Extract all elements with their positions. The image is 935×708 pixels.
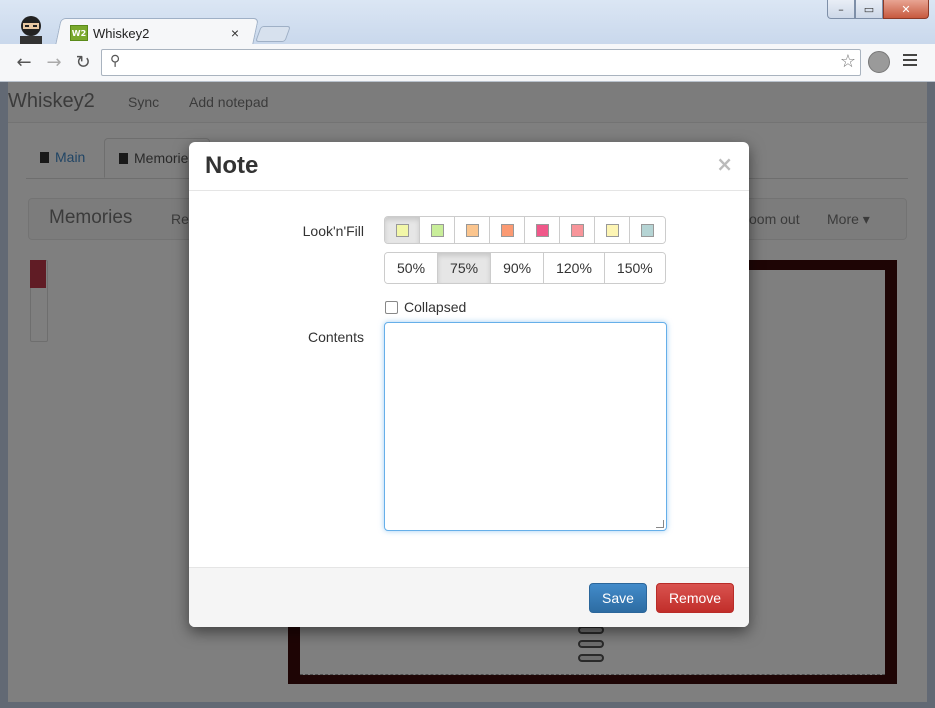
color-swatch-button[interactable] (420, 217, 455, 243)
collapsed-label[interactable]: Collapsed (404, 299, 466, 315)
whiskey2-favicon-icon: W2 (70, 25, 88, 41)
collapsed-checkbox[interactable] (385, 301, 398, 314)
color-swatch (430, 223, 444, 237)
zoom-option-button[interactable]: 90% (491, 253, 545, 283)
color-swatch-button[interactable] (490, 217, 525, 243)
resize-handle-icon[interactable] (656, 520, 664, 528)
zoom-button-group: 50% 75% 90% 120% 150% (384, 252, 666, 284)
color-swatch (605, 223, 619, 237)
color-swatch-button[interactable] (525, 217, 560, 243)
minimize-button[interactable]: – (827, 0, 855, 19)
reload-icon[interactable]: ↻ (71, 50, 95, 74)
color-swatch (395, 223, 409, 237)
zoom-option-button[interactable]: 120% (544, 253, 605, 283)
contents-textarea[interactable] (384, 322, 667, 531)
title-bar: W2 Whiskey2 × – ▭ ✕ (0, 0, 935, 45)
new-tab-button[interactable] (255, 26, 291, 42)
contents-label: Contents (307, 329, 364, 345)
browser-menu-icon[interactable] (903, 54, 917, 69)
close-icon[interactable]: × (716, 152, 733, 176)
address-bar[interactable]: ⚲ ☆ (101, 49, 861, 76)
extension-icon[interactable] (868, 51, 890, 73)
color-swatch-button[interactable] (630, 217, 665, 243)
look-label: Look'n'Fill (302, 223, 364, 239)
modal-title: Note (205, 152, 259, 179)
save-button[interactable]: Save (589, 583, 647, 613)
color-swatch-button[interactable] (595, 217, 630, 243)
color-swatch-button[interactable] (560, 217, 595, 243)
modal-header: Note × (189, 142, 749, 191)
color-swatch (641, 223, 654, 237)
zoom-option-button[interactable]: 75% (438, 253, 492, 283)
forward-arrow-icon[interactable]: → (42, 50, 66, 74)
maximize-button[interactable]: ▭ (855, 0, 883, 19)
bookmark-star-icon[interactable]: ☆ (840, 51, 856, 72)
color-swatch-button[interactable] (385, 217, 420, 243)
zoom-option-button[interactable]: 150% (604, 253, 665, 283)
search-icon: ⚲ (110, 53, 121, 69)
window-controls: – ▭ ✕ (827, 0, 929, 19)
color-swatch-button[interactable] (455, 217, 490, 243)
color-swatch (500, 223, 514, 237)
color-swatch (465, 223, 479, 237)
modal-footer: Save Remove (189, 567, 749, 627)
ninja-avatar-icon[interactable] (14, 14, 48, 44)
color-swatch (535, 223, 549, 237)
tab-title: Whiskey2 (93, 25, 150, 41)
zoom-option-button[interactable]: 50% (385, 253, 439, 283)
browser-tab-content: W2 Whiskey2 × (70, 22, 250, 44)
color-swatch-group (384, 216, 666, 244)
remove-button[interactable]: Remove (656, 583, 734, 613)
note-dialog: Note × Look'n'Fill 50% 75% 90% 120% 150% Col… (189, 142, 749, 627)
tab-close-icon[interactable]: × (228, 25, 242, 41)
back-arrow-icon[interactable]: ← (12, 50, 36, 74)
color-swatch (570, 223, 584, 237)
close-window-button[interactable]: ✕ (883, 0, 929, 19)
